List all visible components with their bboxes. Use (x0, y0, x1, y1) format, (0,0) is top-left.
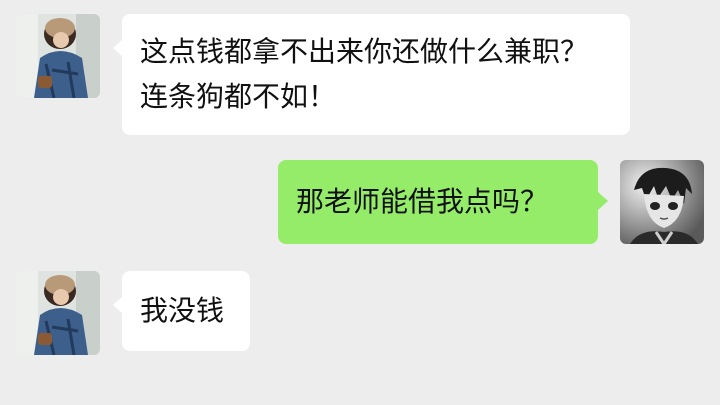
bubble-tail (598, 192, 608, 210)
message-text: 那老师能借我点吗？ (296, 185, 549, 218)
chat-area: 这点钱都拿不出来你还做什么兼职？连条狗都不如！ 那老师能借我点吗？ 我没钱 (0, 0, 720, 405)
incoming-message-bubble[interactable]: 这点钱都拿不出来你还做什么兼职？连条狗都不如！ (122, 14, 630, 135)
anime-boy-avatar[interactable] (620, 160, 704, 244)
message-text: 我没钱 (140, 294, 225, 327)
girl-avatar[interactable] (16, 271, 100, 355)
message-text: 这点钱都拿不出来你还做什么兼职？连条狗都不如！ (140, 35, 589, 113)
girl-avatar[interactable] (16, 14, 100, 98)
incoming-message-bubble[interactable]: 我没钱 (122, 271, 250, 351)
outgoing-message-bubble[interactable]: 那老师能借我点吗？ (278, 160, 598, 244)
